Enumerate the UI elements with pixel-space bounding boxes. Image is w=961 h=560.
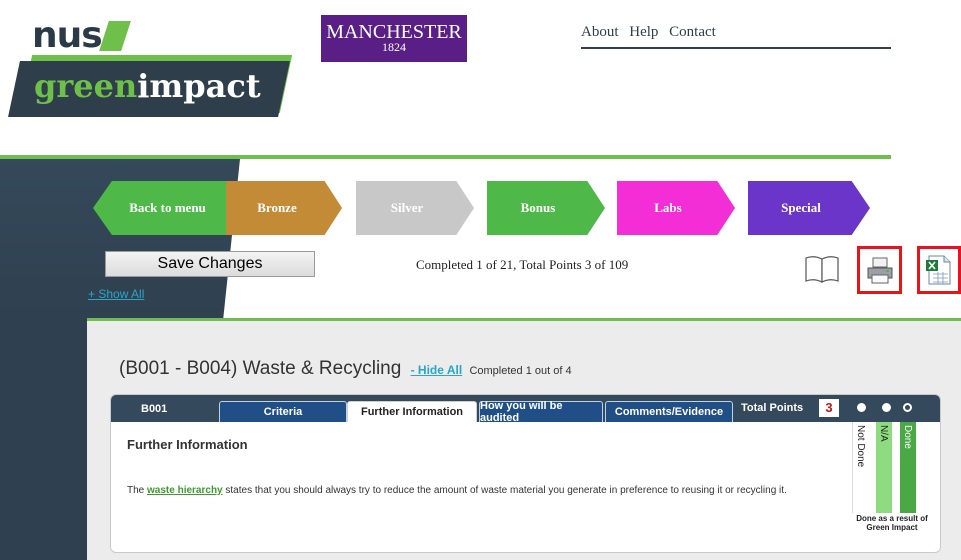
logo-text: greenimpact (34, 67, 261, 105)
tab-comments-evidence[interactable]: Comments/Evidence (605, 401, 733, 422)
total-points-value: 3 (819, 399, 839, 417)
section-heading: (B001 - B004) Waste & Recycling - Hide A… (119, 358, 572, 380)
further-info-heading: Further Information (127, 437, 248, 452)
total-points-label: Total Points (741, 402, 804, 414)
header-divider (0, 155, 891, 159)
show-all-link[interactable]: + Show All (88, 287, 144, 301)
status-label-not-done: Not Done (855, 425, 866, 468)
nav-help-link[interactable]: Help (629, 24, 658, 40)
status-column-na[interactable]: N/A (876, 422, 892, 513)
tab-how-audited[interactable]: How you will be audited (479, 400, 603, 424)
section-progress-text: Completed 1 out of 4 (469, 365, 572, 377)
book-icon[interactable] (804, 254, 840, 284)
logo-text-impact: impact (137, 67, 261, 105)
status-radio-done[interactable] (903, 403, 912, 412)
nus-logo[interactable]: nus (32, 15, 131, 56)
criterion-code: B001 (141, 403, 168, 415)
section-title-text: (B001 - B004) Waste & Recycling (119, 358, 402, 379)
level-labs-button[interactable]: Labs (617, 181, 735, 235)
green-impact-logo[interactable]: greenimpact (8, 55, 293, 125)
manchester-logo[interactable]: MANCHESTER 1824 (321, 15, 467, 62)
done-by-green-impact-label[interactable]: Done as a result of Green Impact (847, 514, 937, 532)
status-label-na: N/A (878, 425, 889, 442)
status-label-done: Done (902, 425, 913, 449)
nus-slash-icon (98, 21, 131, 51)
hide-all-link[interactable]: - Hide All (411, 363, 463, 377)
back-to-menu-button[interactable]: Back to menu (93, 181, 228, 235)
export-excel-button[interactable] (917, 246, 961, 294)
nav-contact-link[interactable]: Contact (669, 24, 716, 40)
save-changes-button[interactable]: Save Changes (105, 251, 315, 277)
status-column-not-done[interactable]: Not Done (852, 422, 868, 513)
print-button[interactable] (857, 246, 902, 294)
level-silver-button[interactable]: Silver (356, 181, 474, 235)
nus-logo-text: nus (32, 15, 103, 56)
status-radio-not-done[interactable] (857, 403, 866, 412)
logo-text-green: green (34, 67, 138, 105)
text-before-link: The (127, 485, 148, 496)
tab-criteria[interactable]: Criteria (219, 401, 347, 422)
further-info-text: The waste hierarchy states that you shou… (127, 485, 827, 497)
waste-hierarchy-link[interactable]: waste hierarchy (147, 485, 223, 496)
nav-about-link[interactable]: About (581, 24, 619, 40)
printer-icon (867, 257, 892, 284)
status-radio-na[interactable] (882, 403, 891, 412)
level-bonus-button[interactable]: Bonus (487, 181, 605, 235)
overall-progress-text: Completed 1 of 21, Total Points 3 of 109 (416, 257, 629, 272)
excel-icon (926, 255, 951, 285)
text-after-link: states that you should always try to red… (222, 485, 787, 496)
criterion-card: B001 Criteria Further Information How yo… (110, 394, 941, 553)
top-nav: About Help Contact (581, 24, 891, 49)
left-decor-band-lower (0, 319, 87, 560)
level-bronze-button[interactable]: Bronze (226, 181, 342, 235)
tab-further-information[interactable]: Further Information (347, 401, 477, 422)
status-column-done[interactable]: Done (900, 422, 916, 513)
level-special-button[interactable]: Special (748, 181, 870, 235)
